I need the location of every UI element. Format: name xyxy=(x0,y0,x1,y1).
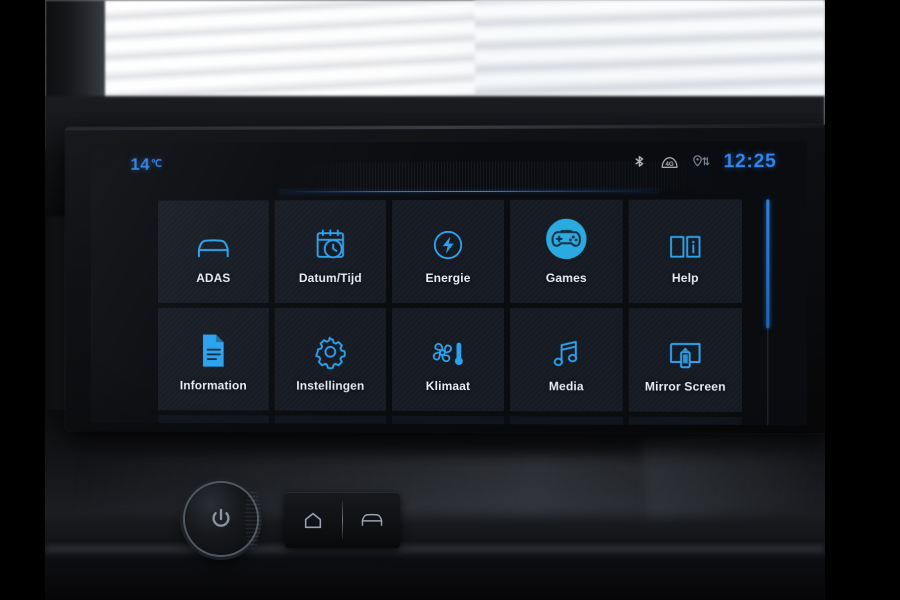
music-note-icon xyxy=(549,326,583,370)
power-volume-knob[interactable] xyxy=(185,483,261,555)
app-tile-label: Mirror Screen xyxy=(644,379,726,394)
app-tile-label: Energie xyxy=(425,270,471,286)
system-tray: 4G 12:25 xyxy=(630,151,777,174)
home-button[interactable] xyxy=(285,492,342,548)
app-tile-klimaat[interactable]: Klimaat xyxy=(392,307,505,412)
knob-ridges xyxy=(245,489,261,549)
app-tile-label: Games xyxy=(545,270,587,286)
hardware-button-pad xyxy=(285,492,400,548)
app-tile-media[interactable]: Media xyxy=(510,308,623,412)
app-tile-label: Media xyxy=(548,379,584,394)
app-tile-next-row[interactable] xyxy=(392,415,505,426)
document-icon xyxy=(198,326,230,370)
dashboard-edge-highlight xyxy=(45,546,825,556)
status-bar: 14℃ 4G 12:25 xyxy=(91,141,807,193)
app-tile-games[interactable]: Games xyxy=(510,199,623,304)
fan-thermometer-icon xyxy=(428,326,468,370)
app-tile-energie[interactable]: Energie xyxy=(392,199,505,304)
app-tile-label: Instellingen xyxy=(296,378,365,393)
vehicle-button[interactable] xyxy=(343,492,400,548)
car-icon xyxy=(194,218,234,262)
app-grid-viewport: ADAS Datum/Tijd Energie Games Help Infor… xyxy=(158,199,758,426)
letterbox-right xyxy=(825,0,900,600)
scrollbar-thumb[interactable] xyxy=(766,199,769,329)
letterbox-left xyxy=(0,0,45,600)
app-tile-next-row[interactable] xyxy=(628,416,742,426)
app-tile-mirror-screen[interactable]: Mirror Screen xyxy=(628,308,742,412)
app-tile-label: Help xyxy=(671,270,699,286)
status-bar-divider xyxy=(278,190,660,193)
power-icon xyxy=(212,508,230,527)
book-info-icon xyxy=(667,218,703,262)
network-4g-icon[interactable]: 4G xyxy=(660,153,679,172)
app-grid: ADAS Datum/Tijd Energie Games Help Infor… xyxy=(158,199,758,426)
gamepad-icon xyxy=(543,218,589,262)
temperature-unit: ℃ xyxy=(151,158,163,170)
location-data-icon[interactable] xyxy=(690,153,709,172)
app-tile-help[interactable]: Help xyxy=(628,199,742,304)
calendar-clock-icon xyxy=(312,218,348,262)
app-tile-datum-tijd[interactable]: Datum/Tijd xyxy=(274,200,387,303)
temperature-value: 14 xyxy=(130,154,151,174)
head-unit-bezel: 14℃ 4G 12:25 ADAS Datum/Tijd Energie Gam… xyxy=(65,124,834,434)
bluetooth-icon[interactable] xyxy=(630,153,649,172)
app-tile-instellingen[interactable]: Instellingen xyxy=(274,307,387,411)
home-icon xyxy=(305,512,322,529)
screen-mirror-icon xyxy=(666,326,704,370)
vertical-scrollbar[interactable] xyxy=(766,199,769,426)
svg-text:4G: 4G xyxy=(665,160,674,167)
screenshot-stage: 14℃ 4G 12:25 ADAS Datum/Tijd Energie Gam… xyxy=(0,0,900,600)
car-icon xyxy=(361,513,382,526)
app-tile-next-row[interactable] xyxy=(158,415,269,426)
app-tile-next-row[interactable] xyxy=(274,415,387,426)
app-tile-label: Information xyxy=(179,378,247,393)
gear-icon xyxy=(312,326,348,370)
app-tile-label: ADAS xyxy=(196,271,231,285)
energy-bolt-icon xyxy=(431,218,465,262)
app-tile-next-row[interactable] xyxy=(510,416,623,426)
app-tile-adas[interactable]: ADAS xyxy=(158,200,269,303)
app-tile-label: Datum/Tijd xyxy=(298,271,362,285)
app-tile-information[interactable]: Information xyxy=(158,307,269,411)
outside-temperature: 14℃ xyxy=(130,155,162,175)
infotainment-screen[interactable]: 14℃ 4G 12:25 ADAS Datum/Tijd Energie Gam… xyxy=(91,140,807,426)
app-tile-label: Klimaat xyxy=(425,378,471,394)
clock: 12:25 xyxy=(723,151,777,173)
